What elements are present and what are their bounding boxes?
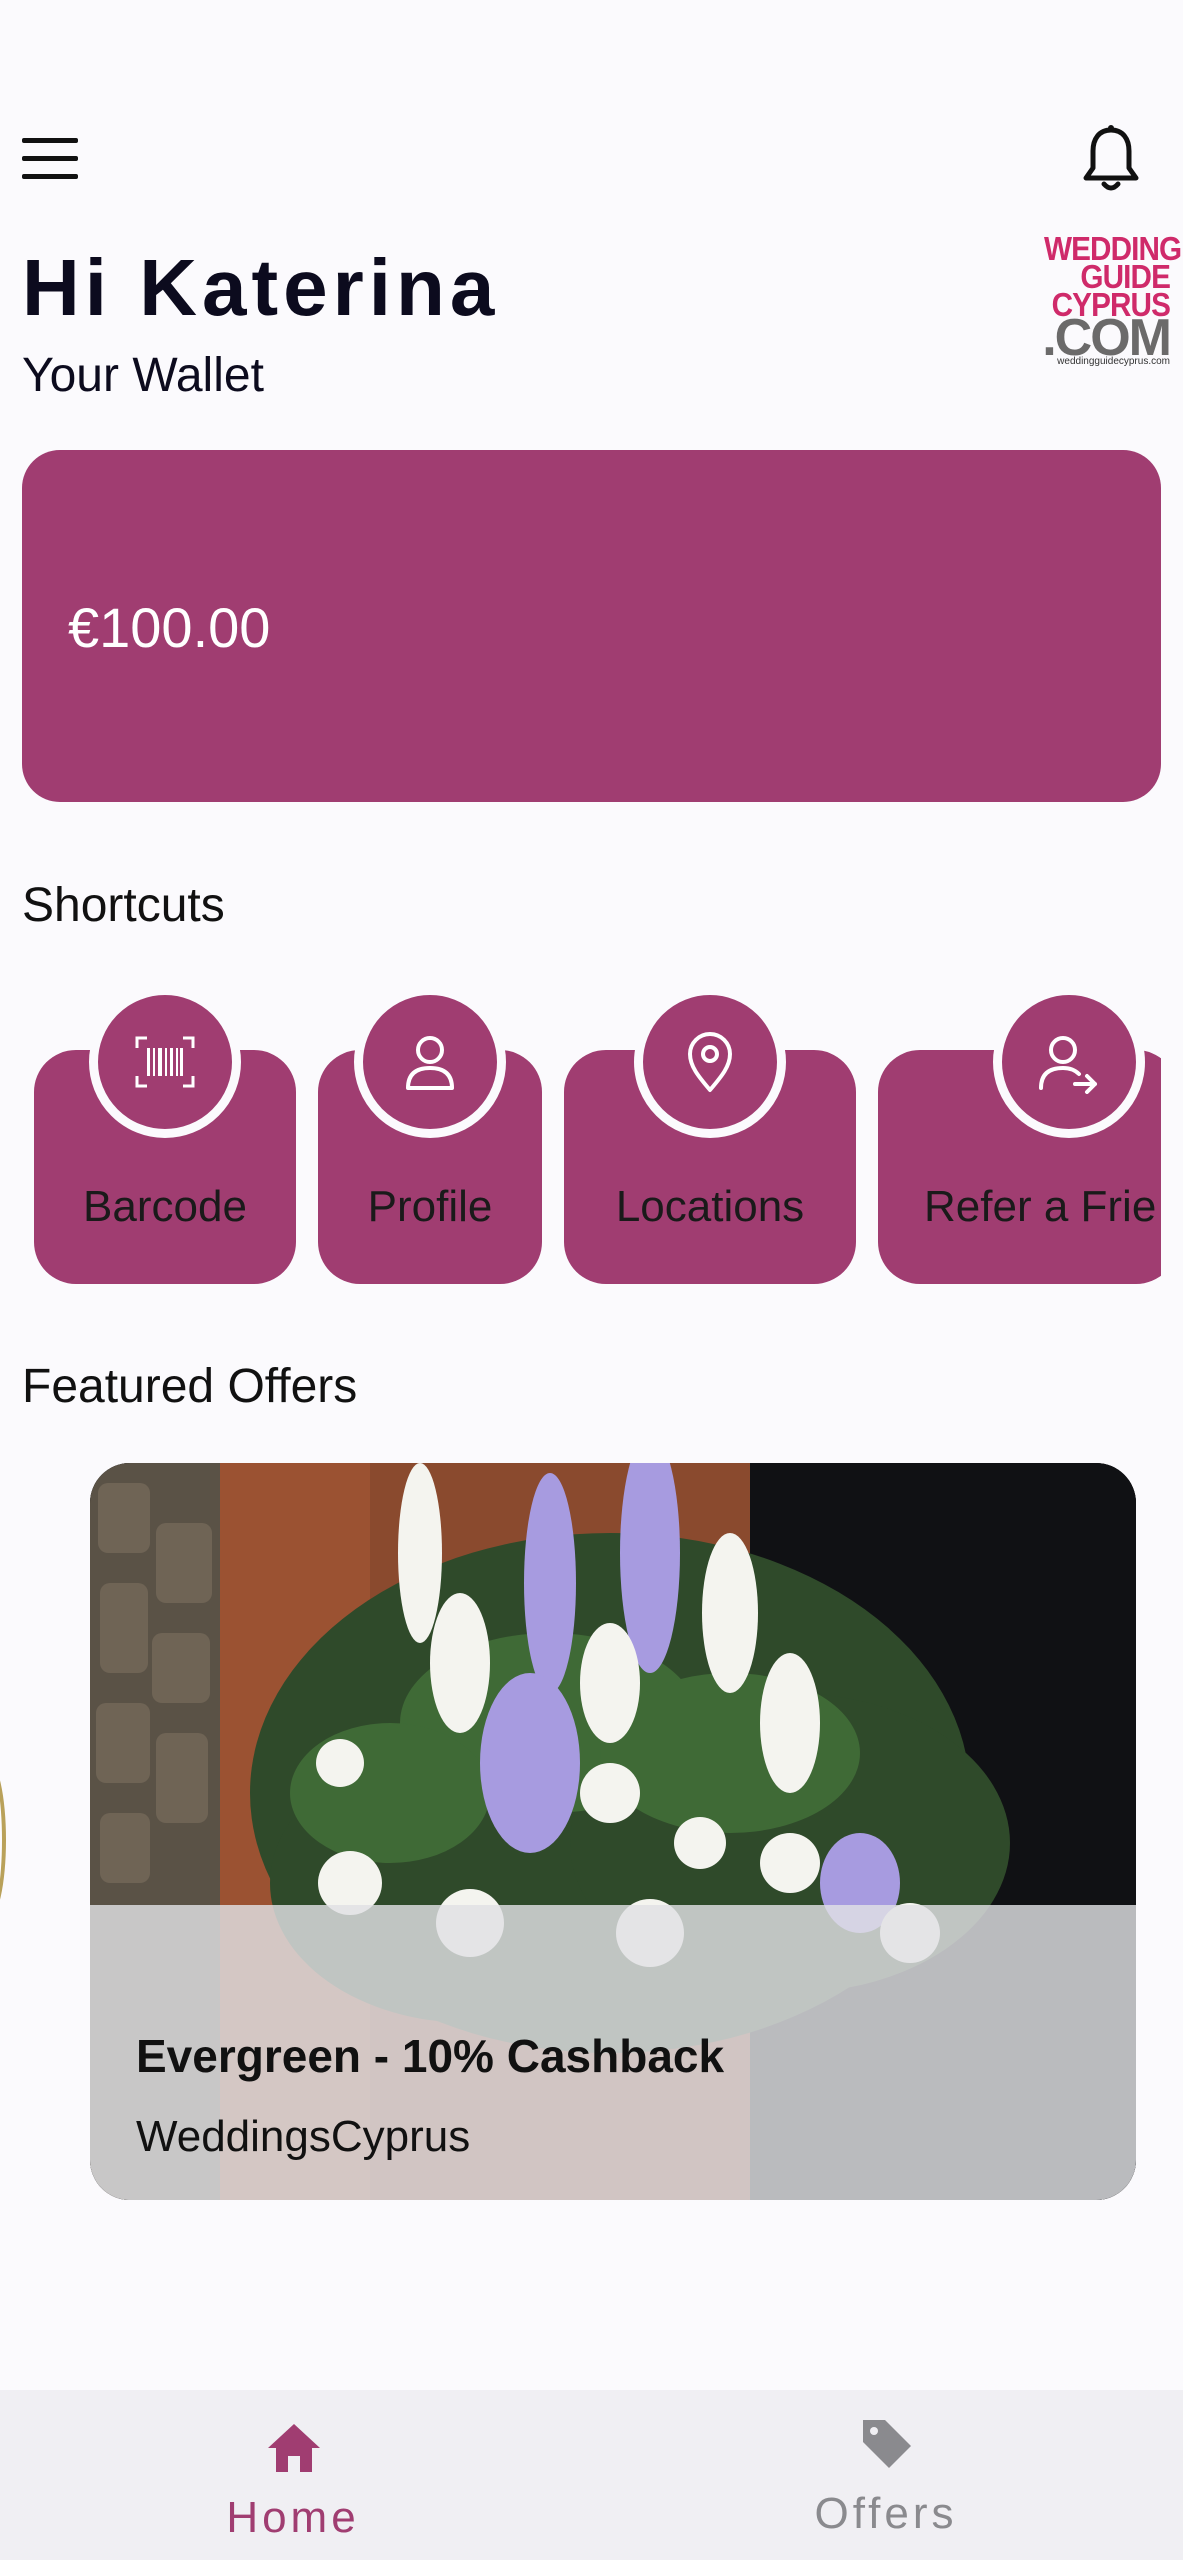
hamburger-line	[22, 156, 78, 161]
user-icon	[406, 1036, 454, 1090]
shortcut-profile[interactable]: Profile	[318, 986, 542, 1284]
greeting-title: Hi Katerina	[22, 243, 500, 332]
tab-home[interactable]: Home	[143, 2390, 443, 2560]
notifications-button[interactable]	[1080, 124, 1142, 196]
shortcut-icon-circle	[993, 986, 1145, 1138]
tab-offers-label: Offers	[814, 2489, 958, 2538]
shortcut-icon-circle	[634, 986, 786, 1138]
tab-home-label: Home	[226, 2493, 360, 2542]
shortcut-locations[interactable]: Locations	[564, 986, 856, 1284]
featured-offers-heading: Featured Offers	[22, 1360, 358, 1413]
shortcuts-heading: Shortcuts	[22, 879, 225, 932]
shortcut-barcode[interactable]: Barcode	[34, 986, 296, 1284]
shortcut-label: Locations	[615, 1182, 805, 1231]
previous-offer-card-edge[interactable]	[0, 1760, 6, 1920]
wallet-card[interactable]: €100.00	[22, 450, 1161, 802]
location-pin-icon	[688, 1032, 732, 1092]
hamburger-menu-icon	[22, 138, 78, 143]
shortcut-icon-circle	[354, 986, 506, 1138]
shortcut-label: Barcode	[83, 1182, 247, 1231]
offer-merchant: WeddingsCyprus	[136, 2112, 471, 2161]
refer-user-icon	[1039, 1036, 1097, 1094]
shortcut-refer-a-friend[interactable]: Refer a Frie	[878, 986, 1161, 1284]
menu-button[interactable]	[22, 136, 80, 182]
wallet-balance: €100.00	[68, 596, 271, 659]
shortcut-icon-circle	[89, 986, 241, 1138]
logo-text-url: weddingguidecyprus.com	[1057, 356, 1170, 367]
hamburger-line	[22, 174, 78, 179]
shortcut-label: Refer a Frie	[924, 1182, 1157, 1231]
barcode-icon	[135, 1036, 195, 1088]
tag-icon	[863, 2420, 911, 2468]
offer-card[interactable]: Evergreen - 10% Cashback WeddingsCyprus	[90, 1463, 1136, 2200]
home-icon	[268, 2424, 320, 2472]
shortcuts-list: Barcode Profile Locations Refer a Frie	[0, 960, 1161, 1300]
bottom-navigation: Home Offers	[0, 2390, 1183, 2560]
wallet-label: Your Wallet	[22, 349, 264, 402]
brand-logo: WEDDING GUIDE CYPRUS .COM weddingguidecy…	[1030, 228, 1182, 368]
shortcut-label: Profile	[367, 1182, 493, 1231]
offer-title: Evergreen - 10% Cashback	[136, 2030, 725, 2082]
bell-icon	[1083, 125, 1139, 191]
tab-offers[interactable]: Offers	[736, 2390, 1036, 2560]
